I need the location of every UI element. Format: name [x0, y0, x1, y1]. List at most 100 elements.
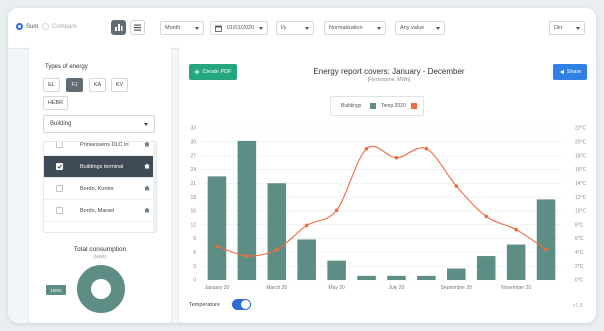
chip-el[interactable]: EL [43, 78, 60, 92]
total-consumption-unit: (MWh) [93, 254, 107, 259]
list-item-label: Buildings terminal [80, 163, 124, 170]
chevron-down-icon [195, 26, 199, 30]
y2-tick-label: 14°C [575, 181, 587, 187]
chip-kv[interactable]: KV [111, 78, 128, 92]
x-tick-label: November 20 [501, 285, 531, 291]
temperature-point [484, 214, 489, 219]
total-consumption-title: Total consumption [73, 246, 127, 253]
normalization-select-value: Normalization [329, 25, 363, 31]
building-list: Prinsessens DLC tri Buildings terminal B… [43, 141, 157, 233]
bar-chart-icon [115, 24, 123, 31]
bar [357, 275, 376, 280]
list-item-label: Bordo, Kontor [80, 185, 114, 192]
chart-view-button[interactable] [111, 20, 126, 35]
home-icon [144, 163, 150, 169]
y2-tick-label: 6°C [575, 236, 584, 242]
y-tick-label: 15 [190, 209, 196, 215]
temperature-toggle[interactable] [232, 299, 251, 310]
y-tick-label: 21 [190, 181, 196, 187]
radio-compare-dot [42, 23, 49, 30]
period-select-value: Month [165, 25, 181, 31]
y-tick-label: 0 [193, 278, 196, 284]
radio-sum-label: Sum [26, 23, 39, 30]
checkbox[interactable] [56, 207, 63, 214]
y-tick-label: 9 [193, 236, 196, 242]
bar [267, 183, 287, 280]
y2-tick-label: 0°C [575, 278, 584, 284]
app-window: Sum Compare Month 01/01/2020 l/y Normali… [8, 8, 596, 323]
y-tick-label: 18 [190, 195, 196, 201]
checkbox[interactable] [56, 185, 63, 192]
bar [387, 275, 406, 280]
list-item-label: Prinsessens DLC tri [80, 141, 129, 148]
y2-tick-label: 2°C [575, 264, 584, 270]
temperature-point [544, 247, 548, 252]
chip-ka[interactable]: KA [89, 78, 106, 92]
toolbar: Sum Compare Month 01/01/2020 l/y Normali… [8, 8, 596, 49]
donut-chart [77, 265, 125, 313]
checkbox-checked[interactable] [56, 163, 63, 170]
home-icon [144, 185, 150, 191]
building-select-value: Building [50, 121, 72, 127]
footnote: v1.5 [573, 303, 583, 309]
y2-tick-label: 8°C [575, 222, 584, 228]
chevron-down-icon [144, 122, 148, 126]
unit-select[interactable]: l/y [276, 21, 314, 35]
table-view-button[interactable] [130, 20, 145, 35]
x-tick-label: March 20 [266, 285, 287, 291]
temperature-point [514, 227, 518, 232]
radio-compare[interactable]: Compare [42, 23, 77, 30]
y2-tick-label: 4°C [575, 250, 584, 256]
chevron-down-icon [259, 26, 263, 30]
toggle-knob [241, 300, 250, 309]
y-tick-label: 27 [190, 153, 196, 159]
home-icon [144, 207, 150, 213]
chip-hebr[interactable]: HEBR [43, 96, 68, 110]
bar [417, 275, 436, 280]
filter-panel: Types of energy EL FJ KA KV HEBR Buildin… [29, 45, 171, 323]
scrollbar[interactable] [153, 142, 156, 232]
calendar-icon [215, 25, 222, 32]
list-item[interactable]: Prinsessens DLC tri [44, 141, 156, 156]
y-tick-label: 24 [190, 167, 196, 173]
date-select-value: 01/01/2020 [226, 25, 255, 31]
bar [447, 268, 466, 280]
bar [506, 244, 526, 280]
y2-tick-label: 20°C [575, 140, 587, 146]
temperature-toggle-label: Temperature [189, 302, 220, 308]
checkbox[interactable] [56, 142, 63, 148]
chevron-down-icon [576, 26, 580, 30]
y-tick-label: 6 [193, 250, 196, 256]
y-tick-label: 12 [190, 222, 196, 228]
bar [536, 199, 556, 280]
currency-select[interactable]: Dkr [549, 21, 585, 35]
energy-types-title: Types of energy [45, 64, 88, 70]
percent-badge: 100% [46, 285, 66, 295]
building-select[interactable]: Building [43, 115, 155, 133]
radio-sum-dot [16, 23, 23, 30]
list-item[interactable]: Buildings terminal [44, 156, 156, 178]
temperature-point [334, 208, 339, 213]
temperature-point [304, 223, 309, 228]
value-filter-select[interactable]: Any value [395, 21, 445, 35]
list-icon [134, 24, 141, 31]
radio-compare-label: Compare [52, 23, 77, 30]
bar [327, 260, 346, 280]
chart-panel: Create PDF Energy report covers: January… [179, 45, 596, 323]
x-tick-label: January 20 [205, 285, 230, 291]
y2-tick-label: 12°C [575, 195, 587, 201]
temperature-point [364, 146, 369, 151]
radio-sum[interactable]: Sum [16, 23, 38, 30]
period-select[interactable]: Month [160, 21, 204, 35]
value-filter-select-value: Any value [400, 25, 425, 31]
normalization-select[interactable]: Normalization [324, 21, 386, 35]
bar [476, 256, 496, 280]
bar [237, 140, 257, 280]
y2-tick-label: 10°C [575, 209, 587, 215]
list-item[interactable]: Bordo, Kontor [44, 178, 156, 200]
chip-fj[interactable]: FJ [66, 78, 83, 92]
list-item[interactable]: Bordo, Marsel [44, 200, 156, 222]
y2-tick-label: 22°C [575, 126, 587, 132]
date-select[interactable]: 01/01/2020 [210, 21, 268, 35]
chevron-down-icon [377, 26, 381, 30]
